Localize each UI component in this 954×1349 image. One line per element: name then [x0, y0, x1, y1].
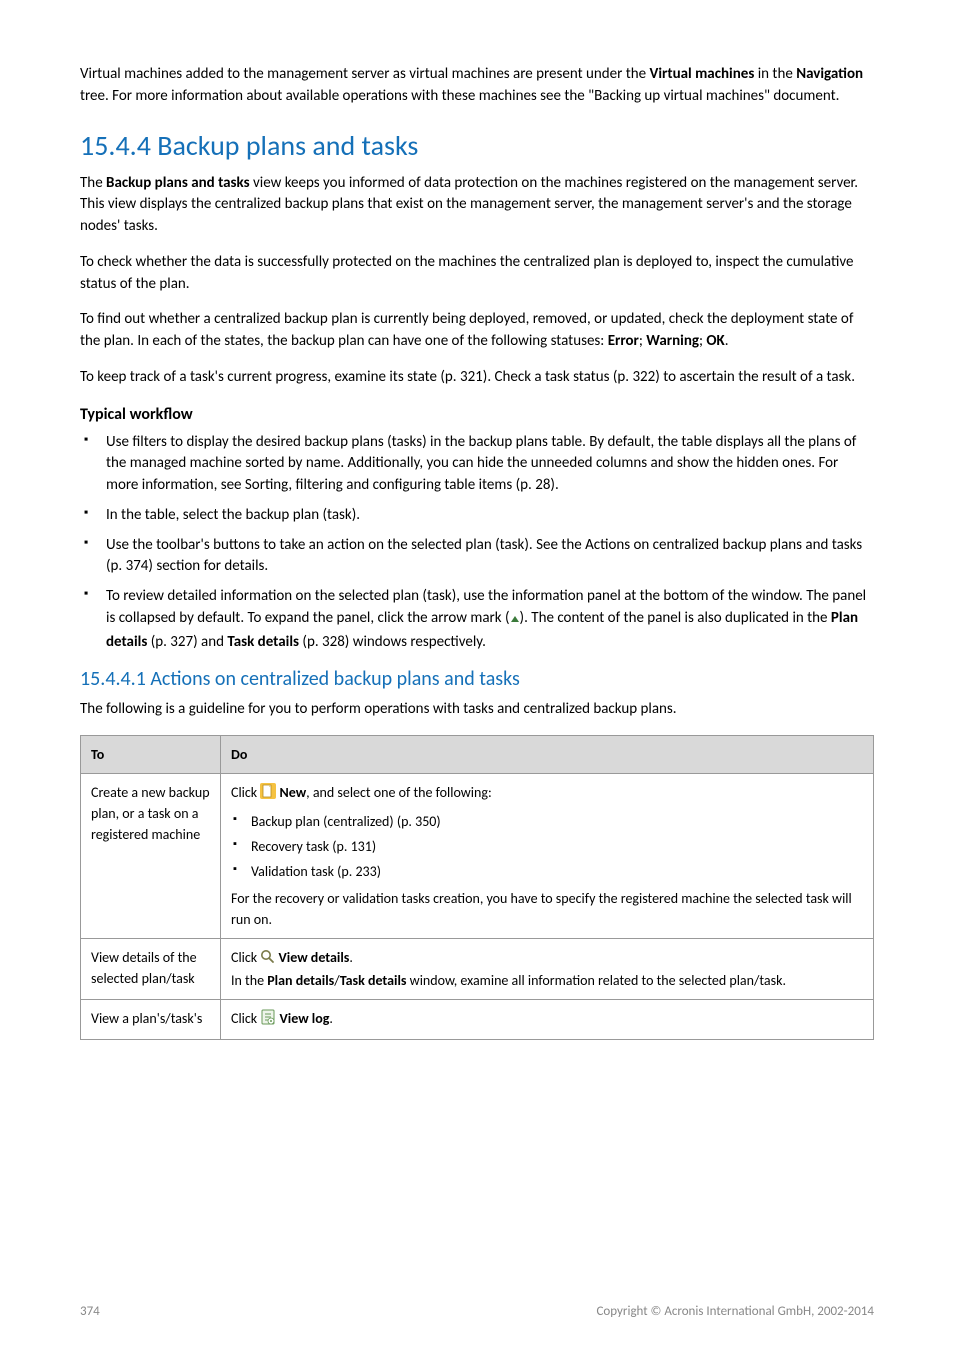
list-item: To review detailed information on the se… — [80, 586, 874, 653]
bold: Plan details — [267, 972, 334, 989]
paragraph: The Backup plans and tasks view keeps yo… — [80, 173, 874, 238]
sub-list: Backup plan (centralized) (p. 350) Recov… — [231, 811, 863, 882]
heading-typical-workflow: Typical workflow — [80, 405, 874, 424]
text: To find out whether a centralized backup… — [80, 310, 853, 350]
view-details-label: View details — [279, 949, 350, 966]
bold: Task details — [227, 633, 299, 651]
col-do: Do — [221, 736, 874, 774]
copyright: Copyright © Acronis International GmbH, … — [596, 1304, 874, 1319]
list-item: Backup plan (centralized) (p. 350) — [231, 811, 863, 832]
cell-to: View details of the selected plan/task — [81, 939, 221, 1000]
paragraph: To keep track of a task's current progre… — [80, 367, 874, 389]
magnifier-icon — [260, 949, 275, 970]
workflow-list: Use filters to display the desired backu… — [80, 432, 874, 654]
paragraph: To check whether the data is successfull… — [80, 252, 874, 296]
bold: Virtual machines — [649, 65, 754, 83]
table-row: Create a new backup plan, or a task on a… — [81, 774, 874, 939]
text: In the — [231, 972, 267, 989]
new-label: New — [280, 784, 307, 801]
bold: Task details — [340, 972, 407, 989]
list-item: Use the toolbar's buttons to take an act… — [80, 535, 874, 579]
text: Click — [231, 784, 260, 801]
text: (p. 327) and — [147, 633, 227, 651]
cell-to: Create a new backup plan, or a task on a… — [81, 774, 221, 939]
text: in the — [754, 65, 796, 83]
bold: Backup plans and tasks — [106, 174, 250, 192]
cell-to: View a plan's/task's — [81, 1000, 221, 1040]
page-number: 374 — [80, 1304, 100, 1319]
bold: Warning — [646, 332, 699, 350]
list-item: In the table, select the backup plan (ta… — [80, 505, 874, 527]
table-row: View details of the selected plan/task C… — [81, 939, 874, 1000]
text: . — [725, 332, 729, 350]
page-footer: 374 Copyright © Acronis International Gm… — [80, 1304, 874, 1319]
cell-do: Click View log. — [221, 1000, 874, 1040]
text: Virtual machines added to the management… — [80, 65, 649, 83]
table-row: View a plan's/task's Click View log. — [81, 1000, 874, 1040]
intro-paragraph: Virtual machines added to the management… — [80, 64, 874, 108]
heading-backup-plans-and-tasks: 15.4.4 Backup plans and tasks — [80, 128, 874, 163]
list-item: Use filters to display the desired backu… — [80, 432, 874, 497]
actions-table: To Do Create a new backup plan, or a tas… — [80, 735, 874, 1040]
text: window, examine all information related … — [407, 972, 786, 989]
list-item: Validation task (p. 233) — [231, 861, 863, 882]
arrow-up-icon — [510, 610, 520, 632]
table-header-row: To Do — [81, 736, 874, 774]
bold: Navigation — [796, 65, 863, 83]
col-to: To — [81, 736, 221, 774]
new-document-icon — [260, 783, 276, 805]
list-item: Recovery task (p. 131) — [231, 836, 863, 857]
text: ). The content of the panel is also dupl… — [520, 609, 831, 627]
bold: Error — [608, 332, 639, 350]
paragraph: To find out whether a centralized backup… — [80, 309, 874, 353]
text: (p. 328) windows respectively. — [299, 633, 486, 651]
text: tree. For more information about availab… — [80, 87, 839, 105]
view-log-label: View log — [280, 1010, 330, 1027]
note-text: For the recovery or validation tasks cre… — [231, 888, 863, 930]
text: Click — [231, 1010, 260, 1027]
paragraph: The following is a guideline for you to … — [80, 699, 874, 721]
text: Click — [231, 949, 260, 966]
log-icon — [260, 1009, 276, 1031]
bold: OK — [706, 332, 724, 350]
cell-do: Click View details. In the Plan details/… — [221, 939, 874, 1000]
text: The — [80, 174, 106, 192]
text: , and select one of the following: — [306, 784, 492, 801]
heading-actions-on-centralized: 15.4.4.1 Actions on centralized backup p… — [80, 667, 874, 691]
cell-do: Click New, and select one of the followi… — [221, 774, 874, 939]
